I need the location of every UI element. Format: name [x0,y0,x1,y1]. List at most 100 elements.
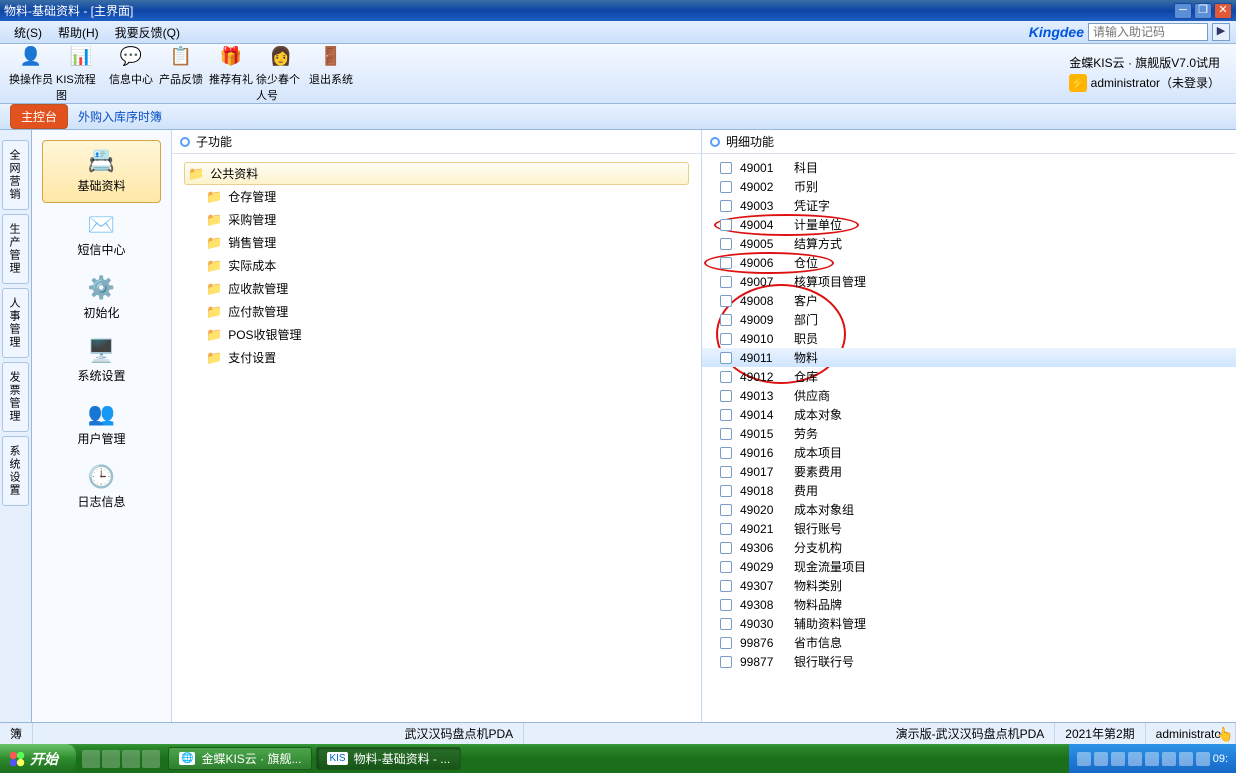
detail-row[interactable]: 49020成本对象组 [702,500,1236,519]
detail-row[interactable]: 49009部门 [702,310,1236,329]
detail-row[interactable]: 49002币别 [702,177,1236,196]
quick-launch-item[interactable] [122,750,140,768]
tree-row[interactable]: 📁销售管理 [202,231,689,254]
tree-row[interactable]: 📁实际成本 [202,254,689,277]
toolbar-item[interactable]: 🎁推荐有礼 [206,45,256,103]
checkbox-icon[interactable] [720,618,732,630]
sidebar-nav-item[interactable]: 📇基础资料 [42,140,161,203]
checkbox-icon[interactable] [720,504,732,516]
tray-icon[interactable] [1094,752,1108,766]
detail-row[interactable]: 49306分支机构 [702,538,1236,557]
detail-row[interactable]: 49004计量单位 [702,215,1236,234]
checkbox-icon[interactable] [720,637,732,649]
detail-row[interactable]: 99876省市信息 [702,633,1236,652]
detail-row[interactable]: 99877银行联行号 [702,652,1236,671]
tray-icon[interactable] [1111,752,1125,766]
tray-icon[interactable] [1162,752,1176,766]
close-button[interactable]: ✕ [1214,3,1232,19]
maximize-button[interactable]: ❐ [1194,3,1212,19]
checkbox-icon[interactable] [720,656,732,668]
detail-row[interactable]: 49017要素费用 [702,462,1236,481]
tray-icon[interactable] [1196,752,1210,766]
tab-purchase-ledger[interactable]: 外购入库序时簿 [78,108,162,125]
detail-row[interactable]: 49029现金流量项目 [702,557,1236,576]
sidebar-nav-item[interactable]: ⚙️初始化 [42,268,161,329]
sidebar-nav-item[interactable]: 🕒日志信息 [42,457,161,518]
detail-row[interactable]: 49005结算方式 [702,234,1236,253]
menu-system[interactable]: 统(S) [6,22,50,43]
checkbox-icon[interactable] [720,181,732,193]
detail-row[interactable]: 49018费用 [702,481,1236,500]
detail-row[interactable]: 49307物料类别 [702,576,1236,595]
toolbar-item[interactable]: 👤换操作员 [6,45,56,103]
detail-row[interactable]: 49008客户 [702,291,1236,310]
vertical-tab[interactable]: 发票管理 [2,362,29,432]
detail-row[interactable]: 49021银行账号 [702,519,1236,538]
system-tray[interactable]: 09: [1069,744,1236,773]
tree-row[interactable]: 📁采购管理 [202,208,689,231]
tab-main-console[interactable]: 主控台 [10,104,68,129]
toolbar-item[interactable]: 📊KIS流程图 [56,45,106,103]
checkbox-icon[interactable] [720,314,732,326]
sidebar-nav-item[interactable]: ✉️短信中心 [42,205,161,266]
tree-row[interactable]: 📁公共资料 [184,162,689,185]
minimize-button[interactable]: ─ [1174,3,1192,19]
tree-row[interactable]: 📁应付款管理 [202,300,689,323]
detail-row[interactable]: 49016成本项目 [702,443,1236,462]
checkbox-icon[interactable] [720,561,732,573]
checkbox-icon[interactable] [720,333,732,345]
detail-row[interactable]: 49013供应商 [702,386,1236,405]
checkbox-icon[interactable] [720,599,732,611]
checkbox-icon[interactable] [720,352,732,364]
checkbox-icon[interactable] [720,276,732,288]
checkbox-icon[interactable] [720,219,732,231]
tray-icon[interactable] [1128,752,1142,766]
toolbar-item[interactable]: 📋产品反馈 [156,45,206,103]
quick-launch-item[interactable] [82,750,100,768]
toolbar-item[interactable]: 👩徐少春个人号 [256,45,306,103]
detail-row[interactable]: 49001科目 [702,158,1236,177]
menu-feedback[interactable]: 我要反馈(Q) [107,22,188,43]
search-go-button[interactable]: ▶ [1212,23,1230,41]
vertical-tab[interactable]: 全网营销 [2,140,29,210]
detail-row[interactable]: 49030辅助资料管理 [702,614,1236,633]
mnemonic-search-input[interactable] [1088,23,1208,41]
detail-row[interactable]: 49003凭证字 [702,196,1236,215]
quick-launch-item[interactable] [142,750,160,768]
sidebar-nav-item[interactable]: 👥用户管理 [42,394,161,455]
detail-row[interactable]: 49007核算项目管理 [702,272,1236,291]
toolbar-item[interactable]: 💬信息中心 [106,45,156,103]
checkbox-icon[interactable] [720,200,732,212]
tray-icon[interactable] [1179,752,1193,766]
vertical-tab[interactable]: 系统设置 [2,436,29,506]
detail-row[interactable]: 49308物料品牌 [702,595,1236,614]
checkbox-icon[interactable] [720,523,732,535]
checkbox-icon[interactable] [720,295,732,307]
vertical-tab[interactable]: 生产管理 [2,214,29,284]
tree-row[interactable]: 📁仓存管理 [202,185,689,208]
toolbar-item[interactable]: 🚪退出系统 [306,45,356,103]
detail-row[interactable]: 49011物料 [702,348,1236,367]
start-button[interactable]: 开始 [0,744,76,773]
vertical-tab[interactable]: 人事管理 [2,288,29,358]
taskbar-task[interactable]: KIS物料-基础资料 - ... [316,747,461,770]
checkbox-icon[interactable] [720,542,732,554]
detail-row[interactable]: 49006仓位 [702,253,1236,272]
checkbox-icon[interactable] [720,162,732,174]
detail-row[interactable]: 49015劳务 [702,424,1236,443]
taskbar-task[interactable]: 🌐金蝶KIS云 · 旗舰... [168,747,312,770]
quick-launch-item[interactable] [102,750,120,768]
checkbox-icon[interactable] [720,485,732,497]
checkbox-icon[interactable] [720,447,732,459]
checkbox-icon[interactable] [720,257,732,269]
detail-row[interactable]: 49014成本对象 [702,405,1236,424]
tray-icon[interactable] [1077,752,1091,766]
tree-row[interactable]: 📁支付设置 [202,346,689,369]
checkbox-icon[interactable] [720,580,732,592]
checkbox-icon[interactable] [720,390,732,402]
detail-row[interactable]: 49012仓库 [702,367,1236,386]
checkbox-icon[interactable] [720,238,732,250]
detail-row[interactable]: 49010职员 [702,329,1236,348]
tree-row[interactable]: 📁应收款管理 [202,277,689,300]
checkbox-icon[interactable] [720,371,732,383]
